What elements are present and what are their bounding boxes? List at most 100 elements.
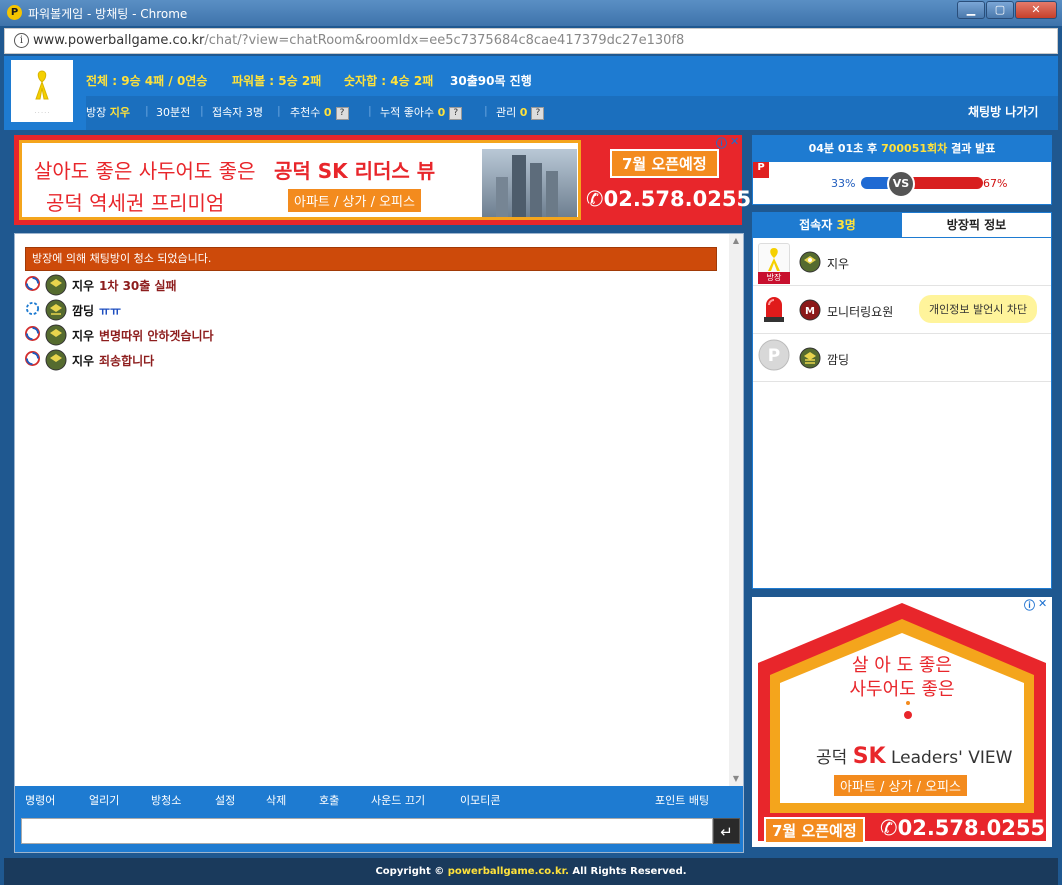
phone-icon: ✆: [586, 187, 604, 211]
likes-label: 누적 좋아수: [380, 106, 435, 119]
tab-users[interactable]: 접속자 3명: [753, 213, 902, 238]
manage-value: 0: [519, 106, 528, 119]
user-row[interactable]: M 모니터링요원 개인정보 발언시 차단: [753, 287, 1051, 334]
maximize-button[interactable]: ▢: [986, 1, 1014, 19]
ad-brand: 공덕 SK 리더스 뷰: [274, 159, 436, 183]
sparkle-icon: [25, 301, 40, 316]
ad-phone: ✆02.578.0255: [586, 187, 751, 211]
ad-info-icon[interactable]: ⓘ: [716, 135, 727, 151]
message-author[interactable]: 지우: [72, 352, 94, 369]
message-author[interactable]: 지우: [72, 277, 94, 294]
soldier-level-icon: [45, 299, 67, 321]
round-result-header: 04분 01초 후 700051회차 결과 발표: [753, 136, 1051, 162]
message-text: 변명따위 안하겟습니다: [99, 329, 214, 343]
info-owner: 방장 지우: [86, 104, 130, 120]
minimize-button[interactable]: ▁: [957, 1, 985, 19]
yellow-ribbon-icon: [35, 70, 49, 100]
ad-right-phone-number: 02.578.0255: [897, 816, 1046, 840]
soldier-level-icon: [45, 349, 67, 371]
scroll-down-icon[interactable]: ▼: [729, 772, 743, 786]
copyright-prefix: Copyright ©: [375, 866, 445, 877]
user-name: 지우: [827, 257, 850, 271]
info-users: 접속자 3명: [212, 104, 263, 120]
stat-powerball: 파워볼 : 5승 2패: [232, 72, 321, 89]
banner-ad-right[interactable]: 살 아 도 좋은 사두어도 좋은 공덕 SK Leaders' VIEW 아파트…: [752, 597, 1052, 847]
scroll-up-icon[interactable]: ▲: [729, 234, 743, 248]
user-name: 모니터링요원: [827, 305, 894, 319]
svg-text:P: P: [768, 346, 780, 366]
stat-powerball-label: 파워볼 :: [232, 74, 279, 88]
url-host: www.powerballgame.co.kr: [33, 33, 205, 48]
stat-sum: 숫자합 : 4승 2패: [344, 72, 433, 89]
point-bet-button[interactable]: 포인트 배팅: [655, 792, 709, 808]
avatar: [758, 243, 790, 275]
address-bar[interactable]: i www.powerballgame.co.kr/chat/?view=cha…: [4, 28, 1058, 54]
phone-icon: ✆: [880, 816, 898, 840]
system-notice: 방장에 의해 채팅방이 청소 되었습니다.: [25, 247, 717, 271]
info-icon[interactable]: i: [14, 33, 29, 48]
command-button[interactable]: 명령어: [25, 792, 55, 808]
likes-help-button[interactable]: ?: [449, 106, 463, 120]
footer-site-link[interactable]: powerballgame.co.kr.: [448, 866, 569, 877]
user-row[interactable]: P 깜딩: [753, 335, 1051, 382]
window-title: 파워볼게임 - 방채팅 - Chrome: [28, 7, 188, 21]
soldier-level-icon: [799, 347, 821, 369]
ad-open-label: 7월 오픈예정: [610, 149, 719, 178]
soldier-level-icon: [45, 324, 67, 346]
round-number: 700051회차: [881, 142, 948, 155]
delete-button[interactable]: 삭제: [266, 792, 286, 808]
url-path: /chat/?view=chatRoom&roomIdx=ee5c7375684…: [204, 33, 685, 48]
footer: Copyright © powerballgame.co.kr. All Rig…: [4, 858, 1058, 885]
ad-headline-1: 살아도 좋은 사두어도 좋은: [34, 159, 256, 183]
ad-brand-post: Leaders' VIEW: [891, 748, 1013, 768]
building-image: [482, 149, 577, 217]
chat-input-row: ↵: [15, 812, 743, 852]
manage-help-button[interactable]: ?: [531, 106, 545, 120]
call-button[interactable]: 호출: [319, 792, 339, 808]
vs-icon: VS: [887, 170, 915, 198]
sound-off-button[interactable]: 사운드 끄기: [371, 792, 425, 808]
message-author[interactable]: 지우: [72, 327, 94, 344]
ad-right-brand: 공덕 SK Leaders' VIEW: [816, 743, 1012, 769]
clean-room-button[interactable]: 방청소: [151, 792, 181, 808]
ad-right-phone: ✆02.578.0255: [880, 816, 1045, 840]
message-author[interactable]: 깜딩: [72, 302, 94, 319]
owner-badge: 방장: [758, 272, 790, 284]
settings-button[interactable]: 설정: [215, 792, 235, 808]
chat-input[interactable]: [21, 818, 713, 844]
ad-right-tag: 아파트 / 상가 / 오피스: [834, 775, 967, 796]
ad-phone-number: 02.578.0255: [603, 187, 752, 211]
chat-scrollbar[interactable]: ▲ ▼: [729, 234, 743, 786]
separator: |: [277, 104, 281, 117]
ad-close-icon[interactable]: ✕: [730, 135, 739, 148]
right-percent: 67%: [983, 177, 1008, 190]
powerball-logo-icon: P: [7, 5, 22, 20]
separator: |: [145, 104, 149, 117]
avatar-p-icon: P: [758, 339, 790, 371]
info-likes: 누적 좋아수 0?: [380, 104, 463, 120]
copyright-suffix: All Rights Reserved.: [572, 866, 687, 877]
banner-ad-top[interactable]: 살아도 좋은 사두어도 좋은 공덕 역세권 프리미엄 공덕 SK 리더스 뷰 아…: [14, 135, 751, 225]
exit-chat-button[interactable]: 채팅방 나가기: [968, 103, 1038, 120]
tab-owner-pick[interactable]: 방장픽 정보: [902, 213, 1051, 238]
user-row[interactable]: 방장 지우: [753, 239, 1051, 286]
ad-info-icon[interactable]: ⓘ: [1024, 597, 1035, 613]
tab-users-label: 접속자: [799, 218, 833, 232]
recommend-label: 추천수: [290, 106, 321, 119]
ad-close-icon[interactable]: ✕: [1038, 597, 1047, 610]
owner-label: 방장: [86, 106, 107, 119]
freeze-button[interactable]: 얼리기: [89, 792, 119, 808]
separator: |: [200, 104, 204, 117]
recommend-help-button[interactable]: ?: [335, 106, 349, 120]
enter-icon: ↵: [720, 823, 733, 841]
manage-label: 관리: [496, 106, 517, 119]
ad-headline-2: 공덕 역세권 프리미엄: [46, 191, 225, 215]
close-button[interactable]: ✕: [1015, 1, 1057, 19]
send-button[interactable]: ↵: [713, 818, 740, 844]
sk-logo: SK: [852, 744, 886, 769]
room-logo: · · · · ·: [11, 60, 73, 122]
url-text[interactable]: www.powerballgame.co.kr/chat/?view=chatR…: [33, 33, 684, 48]
ad-right-headline-2: 사두어도 좋은: [849, 679, 955, 700]
svg-text:M: M: [805, 306, 815, 317]
emoticon-button[interactable]: 이모티콘: [460, 792, 500, 808]
